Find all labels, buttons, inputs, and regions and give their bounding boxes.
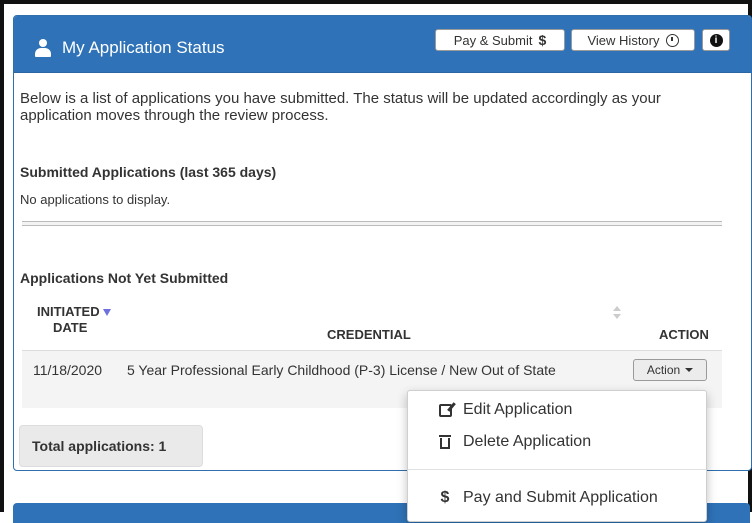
menu-item-label: Pay and Submit Application	[463, 489, 658, 506]
panel-title: My Application Status	[34, 38, 225, 58]
action-dropdown-button[interactable]: Action	[633, 359, 707, 381]
action-header: ACTION	[659, 327, 709, 342]
not-submitted-title: Applications Not Yet Submitted	[20, 270, 229, 286]
action-dropdown-menu: Edit Application Delete Application $ Pa…	[407, 390, 707, 522]
initiated-date-header-line2[interactable]: DATE	[53, 320, 87, 335]
dollar-icon: $	[538, 32, 547, 48]
initiated-date-header-line1[interactable]: INITIATED	[37, 304, 100, 319]
pay-submit-button[interactable]: Pay & Submit $	[435, 29, 565, 51]
menu-item-label: Edit Application	[463, 401, 573, 418]
caret-down-icon	[685, 368, 694, 372]
pay-submit-label: Pay & Submit	[453, 32, 533, 48]
menu-divider	[408, 469, 706, 470]
intro-text: Below is a list of applications you have…	[20, 90, 661, 124]
total-applications: Total applications: 1	[19, 425, 203, 467]
menu-item-label: Delete Application	[463, 433, 592, 450]
row-date: 11/18/2020	[33, 362, 103, 378]
view-history-button[interactable]: View History	[571, 29, 695, 51]
sort-descending-icon	[103, 309, 111, 316]
action-button-label: Action	[646, 363, 681, 377]
window-frame-top	[0, 0, 752, 4]
panel-title-text: My Application Status	[62, 38, 225, 57]
no-applications-text: No applications to display.	[20, 192, 171, 207]
dollar-icon: $	[440, 489, 450, 506]
menu-item-edit-application[interactable]: Edit Application	[436, 401, 572, 419]
sort-both-icon	[613, 306, 621, 322]
panel-header: My Application Status Pay & Submit $ Vie…	[14, 16, 751, 73]
info-icon: i	[709, 33, 723, 47]
row-credential: 5 Year Professional Early Childhood (P-3…	[127, 362, 556, 378]
window-frame-left	[0, 0, 4, 512]
info-button[interactable]: i	[702, 29, 730, 51]
credential-header[interactable]: CREDENTIAL	[327, 327, 411, 342]
edit-icon	[438, 403, 452, 417]
submitted-applications-title: Submitted Applications (last 365 days)	[20, 164, 277, 180]
menu-item-delete-application[interactable]: Delete Application	[436, 433, 591, 451]
user-icon	[34, 39, 52, 57]
menu-item-pay-and-submit[interactable]: $ Pay and Submit Application	[436, 489, 658, 507]
view-history-label: View History	[587, 32, 660, 48]
section-divider	[22, 221, 722, 226]
trash-icon	[439, 435, 451, 449]
clock-icon	[665, 33, 679, 47]
